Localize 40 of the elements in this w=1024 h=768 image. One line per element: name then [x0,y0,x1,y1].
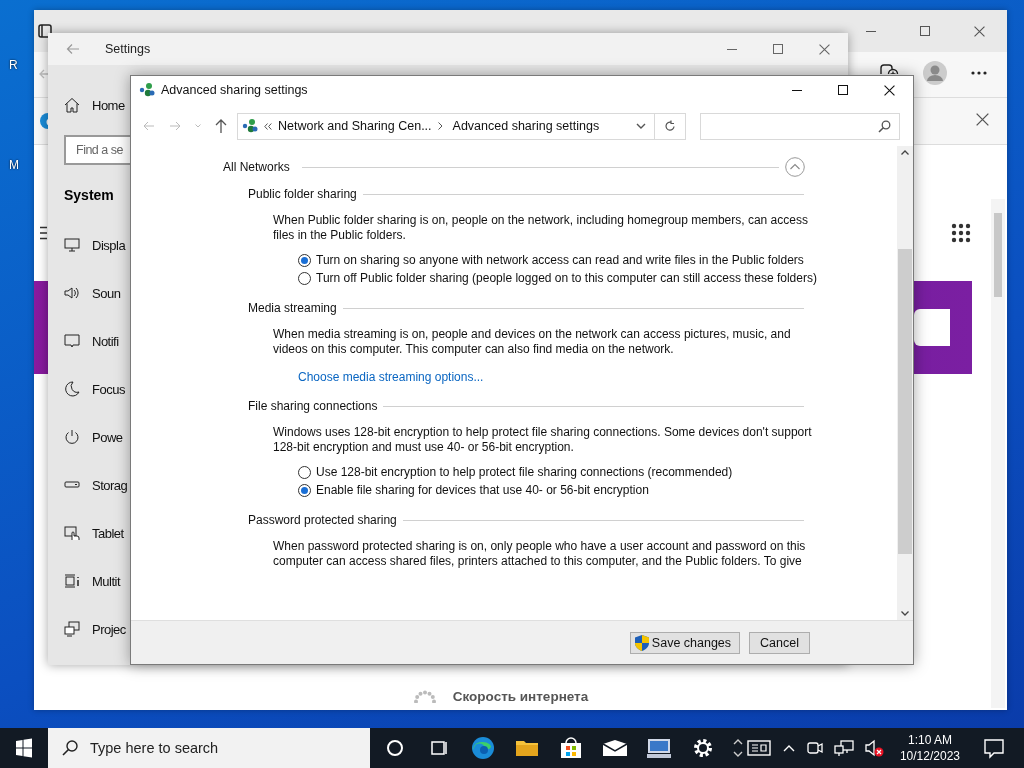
section-title: Password protected sharing [248,513,397,527]
section-title: File sharing connections [248,399,378,413]
search-placeholder: Type here to search [90,740,219,756]
breadcrumb-item[interactable]: Network and Sharing Cen... [278,119,432,133]
section-description: When Public folder sharing is on, people on the network, including homegroup members, can access files in the Public folders. [273,213,809,243]
nav-item[interactable]: Soun [64,269,130,317]
home-item[interactable]: Home [64,81,130,129]
option-label: Use 128-bit encryption to help protect file sharing connections (recommended) [316,465,733,480]
section-title: Public folder sharing [248,187,357,201]
address-bar[interactable]: Network and Sharing Cen... Advanced sharing settings [237,112,655,140]
nav-item[interactable]: Storag [64,461,130,509]
speed-test-label: Скорость интернета [452,689,589,704]
breadcrumb-item[interactable]: Advanced sharing settings [452,119,600,133]
option-label: Enable file sharing for devices that use 40- or 56-bit encryption [316,483,649,498]
option-label: Turn on sharing so anyone with network access can read and write files in the Public folders [316,253,804,268]
search-field[interactable]: Type here to search [48,728,370,768]
nav-item[interactable]: Powe [64,413,130,461]
nav-item[interactable]: Displa [64,221,130,269]
section-description: When password protected sharing is on, only people who have a user account and password on this computer can access shared files, printers attached to this computer, and the Public folders. To give [273,539,807,569]
nav-item[interactable]: Multit [64,557,130,605]
section-description: When media streaming is on, people and devices on the network can access pictures, music, and videos on this computer. This computer can also find media on the network. [273,327,792,357]
save-button[interactable]: Save changes [629,631,741,654]
nav-item[interactable]: Notifi [64,317,130,365]
desktop-icon-label: R [9,58,18,72]
desktop-icon-label: M [9,158,19,172]
clock-time[interactable]: 1:10 AM [907,732,952,748]
nav-item[interactable]: Focus [64,365,130,413]
clock-date[interactable]: 10/12/2023 [899,748,960,764]
section-heading: System [64,187,115,205]
link[interactable]: Choose media streaming options... [298,370,484,384]
option-label: Turn off Public folder sharing (people logged on to this computer can still access these folders) [316,271,817,286]
section-title: Media streaming [248,301,337,315]
group-title: All Networks [223,160,290,174]
nav-item[interactable]: Projec [64,605,130,653]
search-field[interactable]: Find a se [64,135,130,165]
window-title: Settings [105,42,151,56]
window-title: Advanced sharing settings [161,83,308,97]
section-description: Windows uses 128-bit encryption to help protect file sharing connections. Some devices don't support 128-bit encryption and must use 40- or 56-bit encryption. [273,425,813,455]
cancel-button[interactable]: Cancel [749,631,810,654]
nav-item[interactable]: Tablet [64,509,130,557]
